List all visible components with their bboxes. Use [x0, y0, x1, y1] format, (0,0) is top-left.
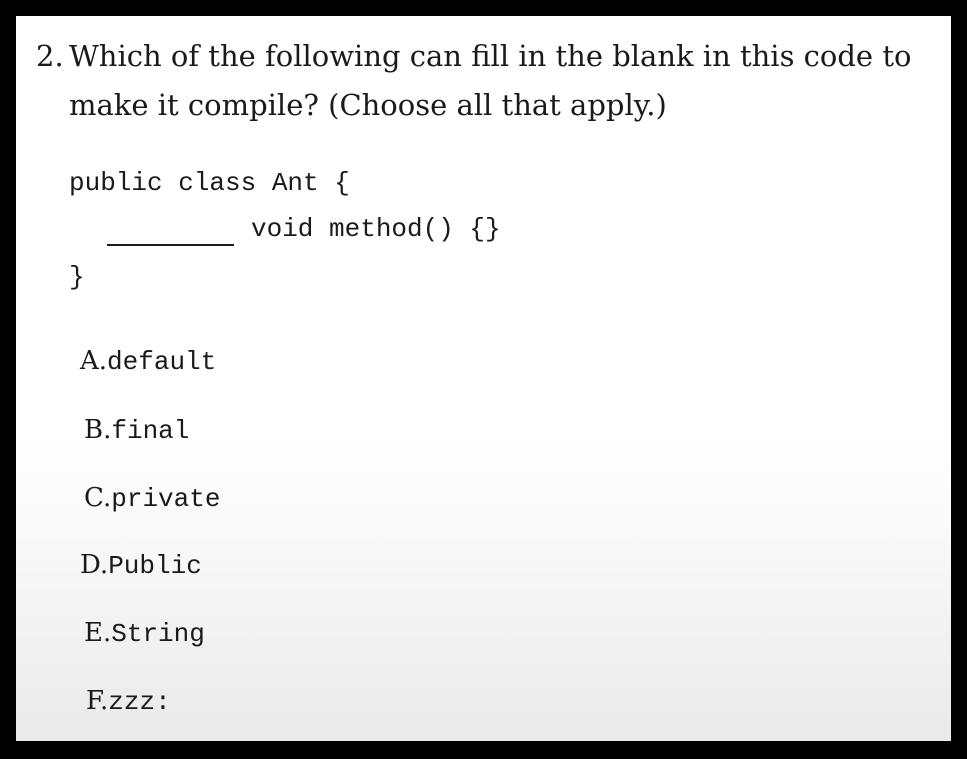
- code-line-class-declaration: public class Ant {: [69, 168, 350, 198]
- question-line-2: make it compile? (Choose all that apply.…: [69, 88, 667, 122]
- option-letter: F.: [86, 686, 109, 716]
- option-letter: A.: [80, 346, 108, 376]
- option-letter: C.: [84, 483, 112, 513]
- question-text: 2. Which of the following can fill in the…: [36, 32, 936, 130]
- option-f: F.zzz:: [86, 686, 171, 717]
- option-letter: D.: [80, 550, 109, 580]
- option-text: private: [111, 484, 221, 514]
- option-text: String: [111, 619, 205, 649]
- question-number: 2.: [36, 39, 64, 73]
- question-line-1: Which of the following can fill in the b…: [69, 39, 912, 73]
- option-letter: E.: [84, 618, 112, 648]
- option-d: D.Public: [80, 550, 202, 581]
- video-frame: 2. Which of the following can fill in the…: [0, 0, 967, 759]
- option-text: Public: [108, 551, 202, 581]
- option-letter: B.: [84, 415, 112, 445]
- option-text: zzz:: [108, 687, 171, 717]
- code-line-method: void method() {}: [251, 214, 501, 244]
- option-a: A.default: [80, 346, 216, 377]
- option-text: final: [111, 416, 190, 446]
- question-page: 2. Which of the following can fill in the…: [16, 16, 951, 741]
- code-line-closing-brace: }: [69, 262, 85, 292]
- option-b: B.final: [84, 415, 189, 446]
- option-text: default: [107, 347, 217, 377]
- code-blank: [107, 244, 234, 246]
- option-e: E.String: [84, 618, 205, 649]
- option-c: C.private: [84, 483, 220, 514]
